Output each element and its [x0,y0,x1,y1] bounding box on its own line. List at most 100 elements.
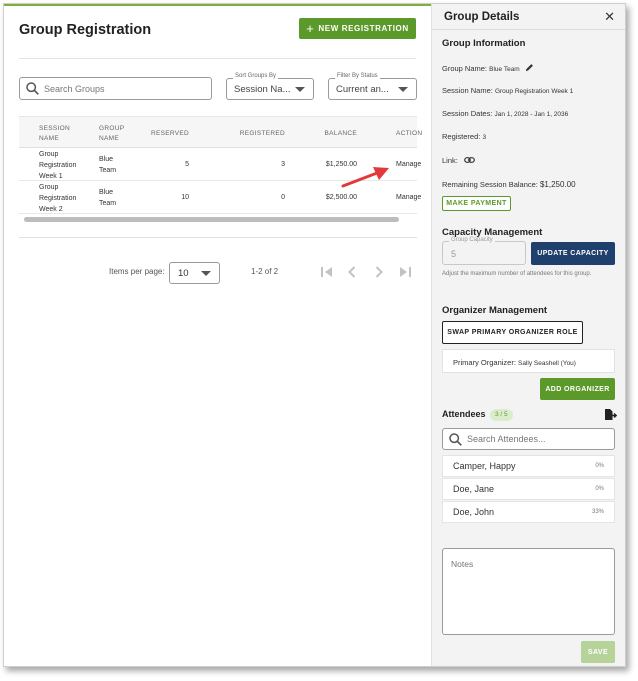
header-divider [19,58,416,59]
cell-text: Group [39,151,59,158]
session-dates-row: Session Dates: Jan 1, 2028 - Jan 1, 2036 [442,109,568,118]
group-name-label: Group Name: [442,64,488,73]
attendee-name: Doe, Jane [453,484,495,494]
registered-row: Registered: 3 [442,132,486,141]
export-icon[interactable] [604,408,617,421]
pencil-icon[interactable] [525,63,534,72]
cell-session: Group Registration Week 2 [39,182,91,215]
sort-groups-select[interactable]: Sort Groups By Session Na... [226,73,314,100]
col-registered[interactable]: REGISTERED [229,129,285,139]
registered-value: 3 [482,134,487,141]
search-groups[interactable] [19,77,212,100]
page-range: 1-2 of 2 [251,267,279,276]
cell-group: Blue Team [99,187,139,209]
attendee-percent: 0% [595,486,604,492]
organizer-heading: Organizer Management [442,305,548,316]
add-organizer-button[interactable]: ADD ORGANIZER [540,378,615,400]
cell-text: Team [99,200,117,207]
balance-value: $1,250.00 [539,180,576,189]
search-attendees-input[interactable] [467,434,607,444]
last-page-icon[interactable] [397,264,413,280]
manage-link[interactable]: Manage [396,192,426,203]
panel-header-divider [432,29,625,30]
cell-balance: $2,500.00 [325,194,357,201]
update-capacity-button[interactable]: UPDATE CAPACITY [531,242,615,265]
sort-groups-value: Session Na... [234,83,291,95]
capacity-hint: Adjust the maximum number of attendees f… [442,271,592,277]
link-icon[interactable] [464,156,475,164]
search-groups-input[interactable] [44,83,194,94]
plus-icon: + [306,21,315,36]
session-name-row: Session Name: Group Registration Week 1 [442,86,573,95]
session-dates-value: Jan 1, 2028 - Jan 1, 2036 [494,111,569,118]
session-name-label: Session Name: [442,86,493,95]
col-text: NAME [99,135,119,142]
horizontal-scrollbar[interactable] [19,216,417,224]
col-session-name[interactable]: SESSION NAME [39,124,91,144]
chevron-down-icon [295,87,305,92]
filter-status-label: Filter By Status [335,73,380,79]
attendee-row[interactable]: Camper, Happy 0% [442,455,615,477]
table-bottom-divider [19,237,417,238]
first-page-icon[interactable] [319,264,335,280]
page-size-value: 10 [178,268,189,279]
attendee-percent: 0% [595,463,604,469]
filter-status-select[interactable]: Filter By Status Current an... [328,73,417,100]
save-button[interactable]: SAVE [581,641,615,663]
col-text: SESSION [39,125,70,132]
app-window: Group Registration + NEW REGISTRATION So… [3,3,626,667]
group-details-panel: Group Details ✕ Group Information Group … [431,4,625,666]
attendee-name: Camper, Happy [453,461,516,471]
col-balance[interactable]: BALANCE [309,129,357,139]
link-row: Link: [442,156,475,165]
col-action: ACTION [396,130,423,137]
balance-row: Remaining Session Balance: $1,250.00 [442,180,576,189]
attendees-heading: Attendees [442,409,486,419]
group-capacity-field[interactable]: Group Capacity 5 [442,237,526,265]
manage-link[interactable]: Manage [396,159,426,170]
attendees-count-badge: 3 / 5 [490,409,513,421]
cell-text: Week 2 [39,206,63,213]
cell-text: Registration [39,162,77,169]
primary-organizer-label: Primary Organizer: [453,358,516,367]
make-payment-button[interactable]: MAKE PAYMENT [442,196,511,211]
scrollbar-thumb[interactable] [24,217,399,222]
registered-label: Registered: [442,132,481,141]
page-size-select[interactable]: 10 [169,262,220,284]
cell-registered: 0 [281,194,285,201]
cell-registered: 3 [281,161,285,168]
main-content: Group Registration + NEW REGISTRATION So… [4,4,431,666]
cell-text: Blue [99,156,114,163]
next-page-icon[interactable] [371,264,387,280]
cell-text: Group [39,184,59,191]
col-reserved[interactable]: RESERVED [139,129,189,139]
cell-reserved: 10 [181,194,189,201]
prev-page-icon[interactable] [344,264,360,280]
new-registration-label: NEW REGISTRATION [318,24,409,33]
notes-field[interactable] [442,548,615,635]
page-title: Group Registration [19,22,152,38]
group-capacity-label: Group Capacity [449,237,495,243]
group-name-row: Group Name: Blue Team [442,63,534,73]
attendee-row[interactable]: Doe, Jane 0% [442,478,615,500]
filter-status-value: Current an... [336,83,389,95]
attendee-percent: 33% [591,509,604,515]
session-dates-label: Session Dates: [442,109,493,118]
col-group-name[interactable]: GROUP NAME [99,124,139,144]
search-attendees[interactable] [442,428,615,450]
cell-text: Blue [99,189,114,196]
close-icon[interactable]: ✕ [604,9,615,25]
group-info-heading: Group Information [442,38,526,49]
panel-title: Group Details [444,11,520,23]
primary-organizer-value: Sally Seashell (You) [518,360,576,367]
col-text: NAME [39,135,59,142]
table-header: SESSION NAME GROUP NAME RESERVED REGISTE… [19,116,422,148]
swap-organizer-button[interactable]: SWAP PRIMARY ORGANIZER ROLE [442,321,583,344]
primary-organizer-card: Primary Organizer: Sally Seashell (You) [442,349,615,373]
search-icon [449,432,462,446]
attendee-name: Doe, John [453,507,495,517]
col-text: GROUP [99,125,125,132]
new-registration-button[interactable]: + NEW REGISTRATION [299,18,416,39]
cell-text: Registration [39,195,77,202]
attendee-row[interactable]: Doe, John 33% [442,501,615,523]
